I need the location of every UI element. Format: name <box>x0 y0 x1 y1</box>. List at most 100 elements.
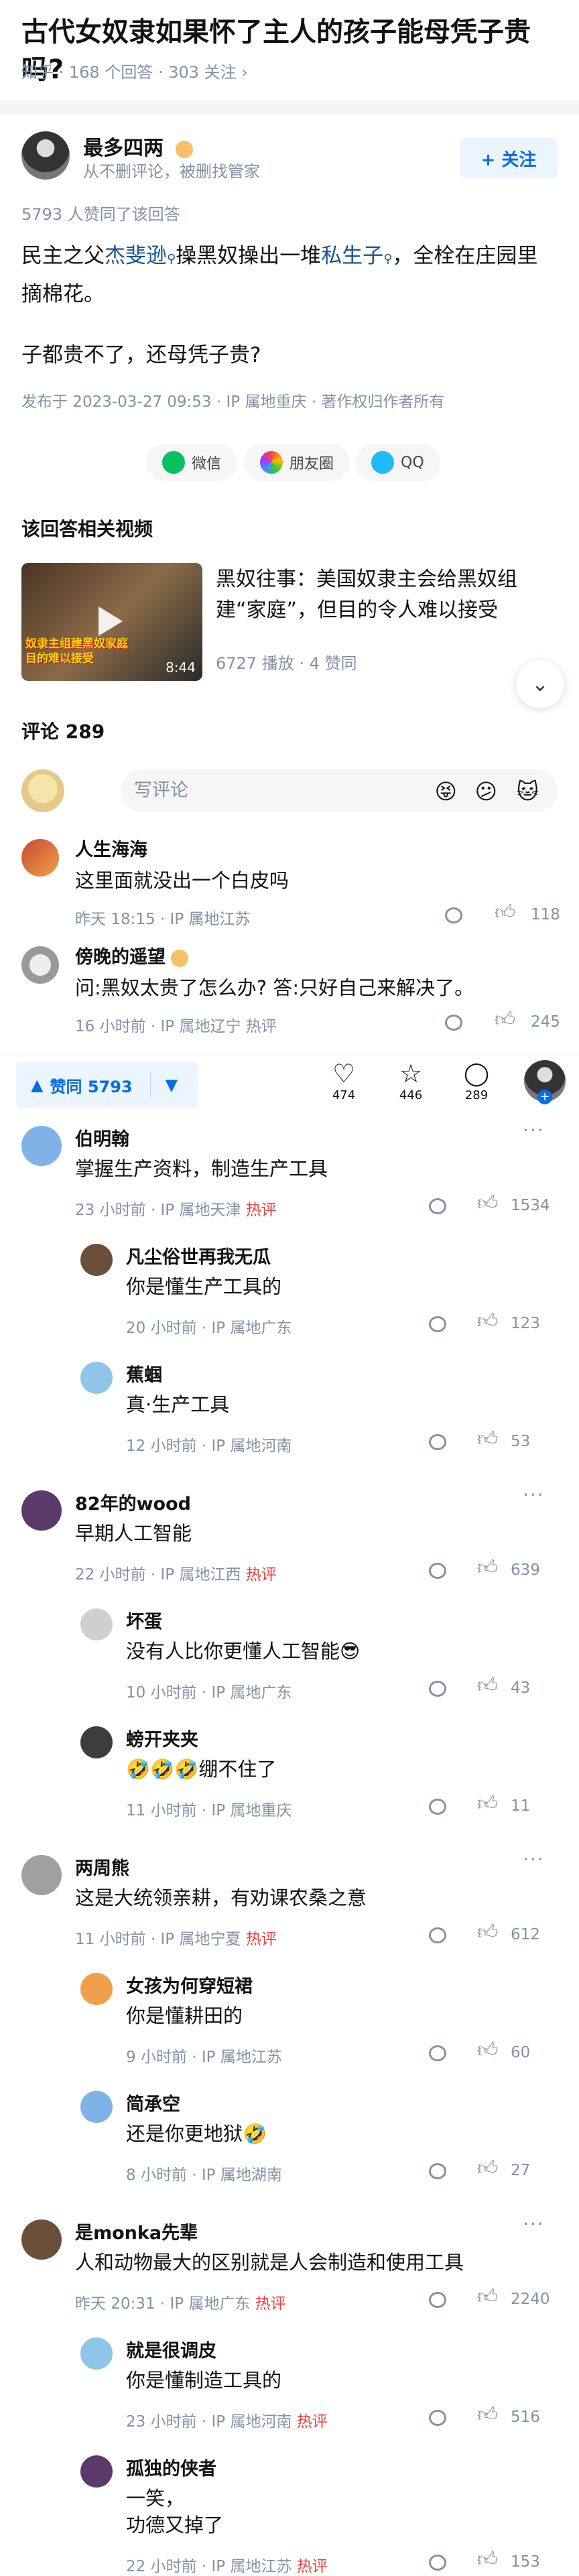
comment-item[interactable]: 傍晚的遥望 问:黑奴太贵了怎么办? 答:只好自己来解决了。 16 小时前 · I… <box>21 941 560 1048</box>
reply-icon[interactable] <box>429 2045 446 2061</box>
reply-icon[interactable] <box>445 907 462 923</box>
commenter-name[interactable]: 傍晚的遥望 <box>75 942 188 968</box>
related-video-heading: 该回答相关视频 <box>21 518 153 540</box>
sticker-icon[interactable]: 🐱 <box>517 779 539 804</box>
more-options-icon[interactable]: ··· <box>523 1848 545 1870</box>
like-icon[interactable]: 👍︎ <box>495 901 515 925</box>
downvote-button[interactable]: ▼ <box>166 1076 178 1094</box>
reply-icon[interactable] <box>429 2163 446 2179</box>
more-options-icon[interactable]: ··· <box>523 2213 545 2235</box>
commenter-name[interactable]: 蕉蝈 <box>126 1360 162 1387</box>
comment-input-placeholder: 写评论 <box>134 780 188 801</box>
like-icon[interactable]: 👍︎ <box>477 1674 498 1698</box>
commenter-avatar[interactable] <box>80 1608 113 1640</box>
commenter-avatar[interactable] <box>80 1244 113 1276</box>
video-thumbnail[interactable]: 奴隶主组建黑奴家庭 目的难以接受 8:44 <box>21 563 202 681</box>
comment-bubble-icon: ◯ <box>463 1060 490 1087</box>
like-icon[interactable]: 👍︎ <box>477 2285 498 2309</box>
emoji-icon[interactable]: 😕 <box>475 779 497 804</box>
hot-comment-badge: 热评 <box>292 2558 328 2575</box>
like-icon[interactable]: 👍︎ <box>495 1008 515 1032</box>
commenter-avatar[interactable] <box>80 2455 113 2488</box>
commenter-name[interactable]: 人生海海 <box>75 835 147 861</box>
commenter-name[interactable]: 就是很调皮 <box>126 2336 216 2362</box>
publish-info: 发布于 2023-03-27 09:53 · IP 属地重庆 · 著作权归作者所… <box>21 393 445 411</box>
more-options-icon[interactable]: ··· <box>523 1119 545 1141</box>
commenter-avatar[interactable] <box>80 1973 113 2005</box>
comment-action[interactable]: ◯ 289 <box>458 1059 495 1102</box>
comment-meta: 20 小时前 · IP 属地广东 <box>126 1319 292 1337</box>
commenter-avatar[interactable] <box>80 1726 113 1758</box>
commenter-name-text[interactable]: 傍晚的遥望 <box>75 947 166 968</box>
more-options-icon[interactable]: ··· <box>523 1484 545 1506</box>
reply-icon[interactable] <box>429 1563 446 1579</box>
author-name-text[interactable]: 最多四两 <box>83 137 164 160</box>
commenter-avatar[interactable] <box>21 2219 62 2260</box>
reply-icon[interactable] <box>429 1198 446 1214</box>
question-meta[interactable]: 知乎 · 168 个回答 · 303 关注 › <box>21 59 248 82</box>
share-qq-button[interactable]: QQ <box>355 444 440 481</box>
commenter-name[interactable]: 孤独的侠者 <box>126 2454 216 2480</box>
commenter-avatar[interactable] <box>21 1490 62 1531</box>
reply-icon[interactable] <box>429 2410 446 2426</box>
like-icon[interactable]: 👍︎ <box>477 1792 498 1816</box>
commenter-avatar[interactable] <box>21 946 59 984</box>
share-wechat-button[interactable]: 微信 <box>146 444 238 481</box>
comment-text: 还是你更地狱🤣 <box>126 2122 267 2145</box>
like-icon[interactable]: 👍︎ <box>477 1921 498 1945</box>
reply-icon[interactable] <box>429 2292 446 2308</box>
reply-icon[interactable] <box>429 1316 446 1332</box>
like-icon[interactable]: 👍︎ <box>477 1309 498 1334</box>
commenter-avatar[interactable] <box>80 2337 113 2370</box>
reply-icon[interactable] <box>429 2555 446 2571</box>
comment-meta: 11 小时前 · IP 属地宁夏 热评 <box>75 1931 277 1948</box>
reply-icon[interactable] <box>429 1434 446 1450</box>
reply-icon[interactable] <box>429 1927 446 1943</box>
like-icon[interactable]: 👍︎ <box>477 2156 498 2181</box>
commenter-avatar[interactable] <box>80 1362 113 1394</box>
reply-icon[interactable] <box>445 1015 462 1031</box>
comment-item[interactable]: 人生海海 这里面就没出一个白皮吗 昨天 18:15 · IP 属地江苏 👍︎ 1… <box>21 834 560 941</box>
commenter-avatar[interactable] <box>80 2091 113 2123</box>
commenter-name[interactable]: 是monka先辈 <box>75 2218 198 2244</box>
reply-icon[interactable] <box>429 1799 446 1815</box>
like-count: 11 <box>511 1797 531 1815</box>
vote-divider <box>149 1073 151 1097</box>
like-action[interactable]: ♡ 474 <box>326 1059 362 1102</box>
like-icon[interactable]: 👍︎ <box>477 1192 498 1216</box>
answer-link-jefferson[interactable]: 杰斐逊 <box>105 244 167 268</box>
commenter-name[interactable]: 凡尘俗世再我无瓜 <box>126 1242 271 1269</box>
video-title[interactable]: 黑奴往事：美国奴隶主会给黑奴组建“家庭”，但目的令人难以接受 <box>216 564 558 626</box>
share-moments-button[interactable]: 朋友圈 <box>244 444 350 481</box>
upvote-button[interactable]: ▲ 赞同 5793 ▼ <box>16 1061 198 1108</box>
answer-link-illegitimate[interactable]: 私生子 <box>321 244 383 268</box>
commenter-name[interactable]: 82年的wood <box>75 1489 191 1515</box>
comment-meta: 22 小时前 · IP 属地江苏 热评 <box>126 2558 328 2575</box>
commenter-avatar[interactable] <box>21 1855 62 1895</box>
commenter-name[interactable]: 伯明翰 <box>75 1124 129 1151</box>
comment-text: 你是懂制造工具的 <box>126 2369 282 2392</box>
commenter-avatar[interactable] <box>21 1126 62 1166</box>
like-icon[interactable]: 👍︎ <box>477 1556 498 1580</box>
commenter-name[interactable]: 简承空 <box>126 2089 180 2116</box>
like-icon[interactable]: 👍︎ <box>477 2403 498 2427</box>
author-name[interactable]: 最多四两 <box>83 131 194 161</box>
commenter-name[interactable]: 坏蛋 <box>126 1607 162 1633</box>
commenter-name[interactable]: 螃开夹夹 <box>126 1725 198 1751</box>
favorite-action[interactable]: ☆ 446 <box>393 1059 429 1102</box>
commenter-name[interactable]: 两周熊 <box>75 1854 129 1880</box>
like-icon[interactable]: 👍︎ <box>477 1427 498 1452</box>
commenter-avatar[interactable] <box>21 839 59 877</box>
commenter-name[interactable]: 女孩为何穿短裙 <box>126 1972 253 1998</box>
expand-chevron-icon[interactable]: ⌄ <box>516 660 564 708</box>
author-avatar[interactable] <box>21 131 70 180</box>
like-icon[interactable]: 👍︎ <box>477 2039 498 2063</box>
follow-button[interactable]: + 关注 <box>460 138 558 178</box>
follow-plus-icon[interactable]: + <box>537 1090 552 1104</box>
reply-icon[interactable] <box>429 1681 446 1697</box>
comment-input[interactable]: 写评论 😝 😕 🐱 <box>121 769 558 812</box>
emoji-icon[interactable]: 😝 <box>435 779 457 804</box>
hot-comment-badge: 热评 <box>241 1931 277 1948</box>
comment-text: 这是大统领亲耕，有劝课农桑之意 <box>75 1886 367 1909</box>
like-icon[interactable]: 👍︎ <box>477 2548 498 2572</box>
